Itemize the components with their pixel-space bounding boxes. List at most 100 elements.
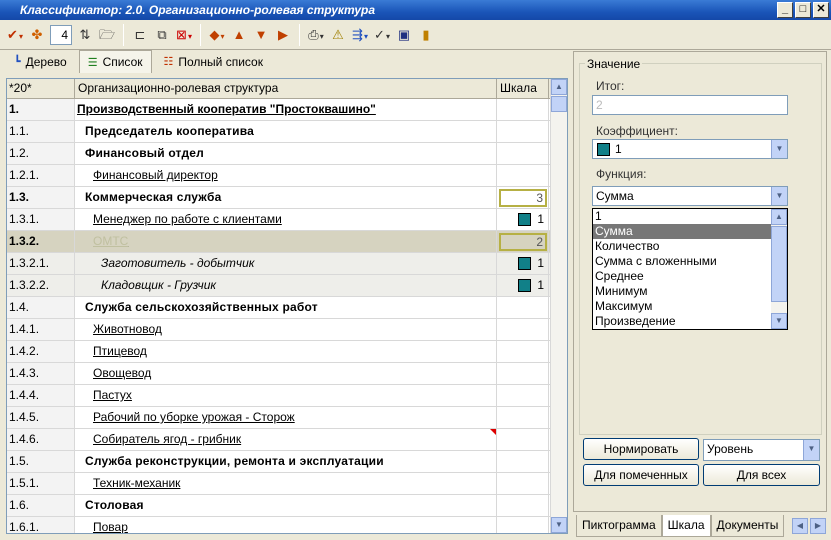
row-scale[interactable] (497, 517, 549, 533)
tab-full-list[interactable]: ☷ Полный список (156, 50, 271, 73)
maximize-button[interactable]: □ (795, 2, 811, 18)
row-scale[interactable] (497, 121, 549, 142)
row-scale[interactable] (497, 319, 549, 340)
row-name[interactable]: Коммерческая служба (75, 187, 497, 208)
arrow-up-icon[interactable]: ▲ (230, 25, 248, 45)
row-scale[interactable] (497, 385, 549, 406)
row-scale[interactable] (497, 363, 549, 384)
copy-structure-icon[interactable]: ⧉ (153, 25, 171, 45)
row-name[interactable]: ОМТС (75, 231, 497, 252)
row-name[interactable]: Служба реконструкции, ремонта и эксплуат… (75, 451, 497, 472)
level-spinner[interactable]: 4 (50, 24, 72, 45)
header-code[interactable]: *20* (7, 79, 75, 98)
table-row[interactable]: 1.5. Служба реконструкции, ремонта и эксп… (7, 451, 567, 473)
table-row[interactable]: 1.2. Финансовый отдел (7, 143, 567, 165)
row-scale[interactable] (497, 473, 549, 494)
table-row[interactable]: 1.4.1. Животновод (7, 319, 567, 341)
row-scale[interactable] (497, 165, 549, 186)
row-name[interactable]: Кладовщик - Грузчик (75, 275, 497, 296)
list-item[interactable]: Сумма (593, 224, 771, 239)
tab-documents[interactable]: Документы (710, 515, 785, 537)
table-row[interactable]: 1.4. Служба сельскохозяйственных работ (7, 297, 567, 319)
row-scale[interactable] (497, 451, 549, 472)
row-name[interactable]: Рабочий по уборке урожая - Сторож (75, 407, 497, 428)
row-name[interactable]: Животновод (75, 319, 497, 340)
row-name[interactable]: Овощевод (75, 363, 497, 384)
table-row[interactable]: 1.4.2. Птицевод (7, 341, 567, 363)
preview-icon[interactable]: ⎙ (307, 25, 325, 45)
row-scale[interactable] (497, 341, 549, 362)
table-row[interactable]: 1.4.5. Рабочий по уборке урожая - Сторож (7, 407, 567, 429)
chevron-down-icon[interactable]: ▼ (771, 140, 787, 158)
row-name[interactable]: Финансовый директор (75, 165, 497, 186)
list-item[interactable]: Сумма с вложенными (593, 254, 771, 269)
table-row[interactable]: 1.6.1. Повар (7, 517, 567, 533)
arrow-down-icon[interactable]: ▼ (252, 25, 270, 45)
table-row[interactable]: 1.4.6. Собиратель ягод - грибник (7, 429, 567, 451)
row-name[interactable]: Менеджер по работе с клиентами (75, 209, 497, 230)
for-marked-button[interactable]: Для помеченных (583, 464, 699, 486)
row-scale[interactable] (497, 143, 549, 164)
row-scale[interactable] (497, 429, 549, 450)
row-name[interactable]: Столовая (75, 495, 497, 516)
table-row[interactable]: *1.3.2.1. Заготовитель - добытчик 1 (7, 253, 567, 275)
warning-icon[interactable]: ⚠ (329, 25, 347, 45)
table-row[interactable]: 1.3.1. Менеджер по работе с клиентами 1 (7, 209, 567, 231)
scroll-down-icon[interactable]: ▼ (771, 313, 787, 329)
level-select[interactable]: Уровень ▼ (703, 439, 820, 461)
tab-list[interactable]: ☰ Список (78, 50, 152, 73)
row-name[interactable]: Повар (75, 517, 497, 533)
row-scale[interactable]: 2 (497, 231, 549, 252)
row-name[interactable]: Птицевод (75, 341, 497, 362)
row-name[interactable]: Служба сельскохозяйственных работ (75, 297, 497, 318)
chevron-down-icon[interactable]: ▼ (803, 440, 819, 460)
export-icon[interactable]: ⇶ (351, 25, 369, 45)
tab-prev-icon[interactable]: ◀ (792, 518, 808, 534)
list-item[interactable]: 1 (593, 209, 771, 224)
table-row[interactable]: *1.3.2.2. Кладовщик - Грузчик 1 (7, 275, 567, 297)
table-row[interactable]: 1.5.1. Техник-механик (7, 473, 567, 495)
row-name[interactable]: Пастух (75, 385, 497, 406)
scroll-thumb[interactable] (551, 96, 567, 112)
delete-row-icon[interactable]: ⊠ (175, 25, 193, 45)
row-scale[interactable] (497, 407, 549, 428)
list-item[interactable]: Количество (593, 239, 771, 254)
row-name[interactable]: Заготовитель - добытчик (75, 253, 497, 274)
check-icon[interactable]: ✔ (6, 25, 24, 45)
table-row[interactable]: 1.6. Столовая (7, 495, 567, 517)
table-row[interactable]: 1.1. Председатель кооператива (7, 121, 567, 143)
tab-tree[interactable]: ┗ Дерево (6, 50, 75, 73)
table-row[interactable]: 1. Производственный кооператив "Простоква… (7, 99, 567, 121)
for-all-button[interactable]: Для всех (703, 464, 820, 486)
row-scale[interactable]: 1 (497, 209, 549, 230)
header-scale[interactable]: Шкала (497, 79, 549, 98)
scroll-up-icon[interactable]: ▲ (551, 79, 567, 95)
list-item[interactable]: Минимум (593, 284, 771, 299)
scroll-down-icon[interactable]: ▼ (551, 517, 567, 533)
func-dropdown-list[interactable]: 1 Сумма Количество Сумма с вложенными Средне… (592, 208, 788, 330)
table-row[interactable]: 1.3. Коммерческая служба 3 (7, 187, 567, 209)
list-item[interactable]: Произведение (593, 314, 771, 329)
header-name[interactable]: Организационно-ролевая структура (75, 79, 497, 98)
table-row[interactable]: 1.4.4. Пастух (7, 385, 567, 407)
row-name[interactable]: Производственный кооператив "Простокваши… (75, 99, 497, 120)
mark-icon[interactable]: ✤ (28, 25, 46, 45)
indent-icon[interactable]: ⊏ (131, 25, 149, 45)
tab-pictogram[interactable]: Пиктограмма (576, 515, 662, 537)
row-scale[interactable] (497, 99, 549, 120)
row-scale[interactable]: 1 (497, 253, 549, 274)
row-scale[interactable] (497, 495, 549, 516)
tab-next-icon[interactable]: ▶ (810, 518, 826, 534)
minimize-button[interactable]: _ (777, 2, 793, 18)
save-icon[interactable]: ▣ (395, 25, 413, 45)
structure-grid[interactable]: *20* Организационно-ролевая структура Шк… (6, 78, 568, 534)
open-folder-icon[interactable]: 🗁 (98, 25, 116, 45)
func-select[interactable]: Сумма ▼ (592, 186, 788, 206)
list-item[interactable]: Максимум (593, 299, 771, 314)
list-item[interactable]: Среднее (593, 269, 771, 284)
arrow-left-icon[interactable]: ◆ (208, 25, 226, 45)
exit-door-icon[interactable]: ▮ (417, 25, 435, 45)
row-scale[interactable]: 1 (497, 275, 549, 296)
scroll-up-icon[interactable]: ▲ (771, 209, 787, 225)
grid-scrollbar[interactable]: ▲ ▼ (550, 79, 567, 533)
